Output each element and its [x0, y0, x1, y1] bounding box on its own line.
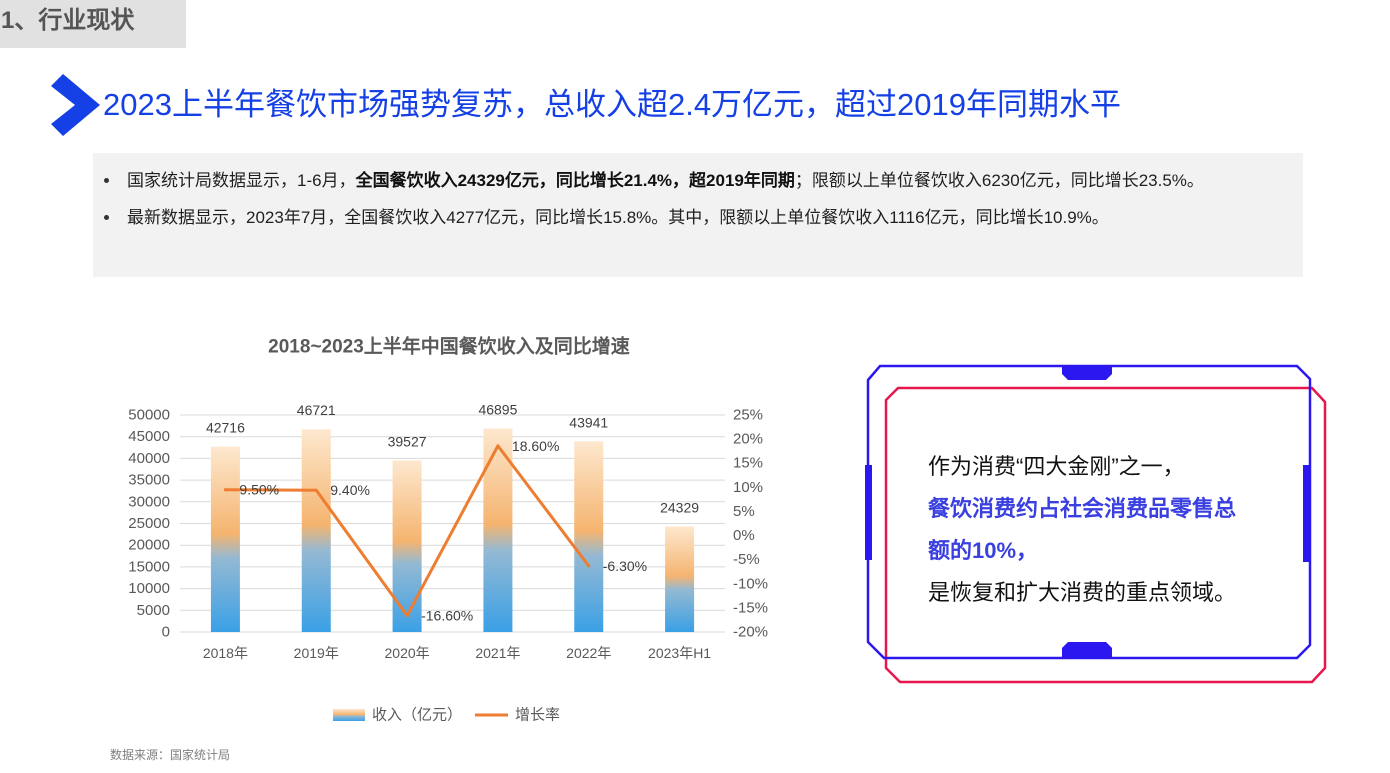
growth-rate-label: -16.60%	[421, 608, 473, 624]
callout-line: 是恢复和扩大消费的重点领域。	[928, 580, 1237, 605]
bullet-icon	[104, 178, 109, 183]
gridlines	[180, 414, 725, 633]
callout-highlight-line: 餐饮消费约占社会消费品零售总	[928, 496, 1237, 521]
bullet-icon	[104, 215, 109, 220]
growth-rate-point	[587, 564, 591, 568]
revenue-growth-chart: 2018~2023上半年中国餐饮收入及同比增速 0 5000 10000 15000 2…	[128, 335, 768, 724]
revenue-bar	[574, 441, 604, 632]
revenue-bar	[301, 429, 331, 632]
data-labels: 42716 46721 39527 46895 43941 24329 9.50% 9.40%…	[206, 401, 699, 623]
frame-tab-right	[1303, 465, 1311, 562]
bar-value-label: 43941	[569, 414, 608, 430]
headline: 2023上半年餐饮市场强势复苏，总收入超2.4万亿元，超过2019年同期水平	[103, 87, 1122, 122]
y-left-tick-label: 20000	[128, 537, 170, 554]
growth-rate-label: -6.30%	[603, 558, 647, 574]
y-right-tick-label: -10%	[733, 575, 768, 592]
section-tab-label: 1、行业现状	[1, 7, 135, 34]
bullet-1-tail: ；限额以上单位餐饮收入6230亿元，同比增长23.5%。	[794, 171, 1204, 190]
data-source-note: 数据来源：国家统计局	[110, 748, 231, 762]
callout-highlight-line: 额的10%，	[928, 538, 1039, 563]
revenue-bar	[392, 460, 422, 632]
bar-value-label: 46895	[478, 401, 517, 417]
y-left-tick-label: 15000	[128, 558, 170, 575]
revenue-bar	[210, 446, 240, 632]
y-left-tick-label: 25000	[128, 515, 170, 532]
frame-tab-top	[1062, 366, 1112, 380]
y-left-tick-label: 45000	[128, 428, 170, 445]
legend-label-growth: 增长率	[515, 707, 560, 724]
chevron-right-icon	[51, 74, 100, 136]
chevron-shape	[51, 74, 100, 136]
bar-value-label: 24329	[660, 499, 699, 515]
summary-bullet: 最新数据显示，2023年7月，全国餐饮收入4277亿元，同比增长15.8%。其中…	[93, 201, 1289, 235]
bar-value-label: 39527	[388, 433, 427, 449]
growth-rate-point	[223, 488, 227, 492]
x-tick-label: 2019年	[294, 645, 339, 661]
callout-line: 作为消费“四大金刚”之一，	[928, 454, 1185, 479]
frame-tab-left	[865, 465, 872, 560]
bullet-1-lead: 国家统计局数据显示，1-6月，	[127, 171, 356, 190]
x-tick-label: 2022年	[566, 645, 611, 661]
y-left-tick-label: 35000	[128, 472, 170, 489]
y-right-tick-label: 5%	[733, 503, 755, 520]
growth-rate-point	[314, 488, 318, 492]
callout-text: 作为消费“四大金刚”之一， 餐饮消费约占社会消费品零售总 额的10%， 是恢复和…	[928, 446, 1273, 614]
y-right-tick-label: -15%	[733, 599, 768, 616]
bar-value-label: 46721	[297, 402, 336, 418]
y-right-tick-label: 10%	[733, 479, 763, 496]
y-left-tick-label: 50000	[128, 407, 170, 424]
y-left-tick-label: 10000	[128, 580, 170, 597]
legend-swatch-revenue	[333, 709, 365, 721]
frame-tab-bottom	[1062, 642, 1112, 658]
growth-rate-label: 9.40%	[330, 482, 370, 498]
summary-panel: 国家统计局数据显示，1-6月，全国餐饮收入24329亿元，同比增长21.4%，超…	[93, 153, 1303, 277]
y-right-tick-label: 15%	[733, 455, 763, 472]
slide: 1、行业现状 2023上半年餐饮市场强势复苏，总收入超2.4万亿元，超过2019…	[0, 0, 1390, 773]
growth-rate-point	[496, 444, 500, 448]
growth-rate-label: 9.50%	[239, 482, 279, 498]
y-right-tick-label: 20%	[733, 431, 763, 448]
growth-rate-point	[405, 614, 409, 618]
y-left-tick-label: 5000	[137, 602, 170, 619]
x-tick-label: 2018年	[203, 645, 248, 661]
y-left-tick-label: 40000	[128, 450, 170, 467]
x-tick-label: 2020年	[385, 645, 430, 661]
chart-title: 2018~2023上半年中国餐饮收入及同比增速	[268, 335, 630, 358]
y-right-tick-label: 25%	[733, 407, 763, 424]
summary-list: 国家统计局数据显示，1-6月，全国餐饮收入24329亿元，同比增长21.4%，超…	[93, 164, 1289, 235]
revenue-bar	[665, 526, 695, 632]
bullet-2-text: 最新数据显示，2023年7月，全国餐饮收入4277亿元，同比增长15.8%。其中…	[127, 208, 1109, 227]
section-tab: 1、行业现状	[0, 0, 186, 48]
bullet-1-highlight: 全国餐饮收入24329亿元，同比增长21.4%，超2019年同期	[355, 171, 795, 190]
y-left-tick-label: 0	[162, 624, 170, 641]
y-right-tick-label: -5%	[733, 551, 760, 568]
y-right-tick-label: 0%	[733, 527, 755, 544]
growth-rate-label: 18.60%	[512, 438, 559, 454]
x-tick-label: 2023年H1	[648, 645, 711, 661]
x-tick-label: 2021年	[475, 645, 520, 661]
legend: 收入（亿元） 增长率	[333, 707, 560, 724]
bar-value-label: 42716	[206, 420, 245, 436]
y-right-tick-label: -20%	[733, 624, 768, 641]
y-left-tick-label: 30000	[128, 493, 170, 510]
legend-label-revenue: 收入（亿元）	[372, 707, 462, 724]
summary-bullet: 国家统计局数据显示，1-6月，全国餐饮收入24329亿元，同比增长21.4%，超…	[93, 164, 1289, 198]
